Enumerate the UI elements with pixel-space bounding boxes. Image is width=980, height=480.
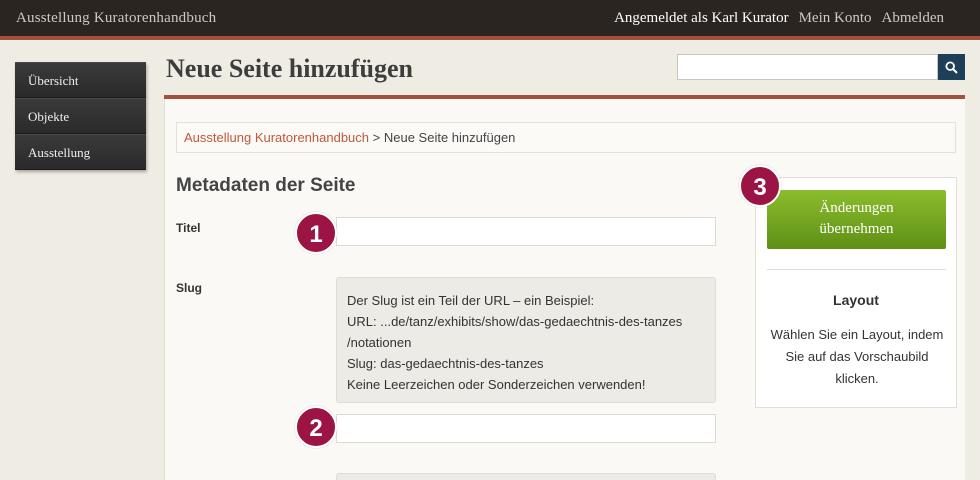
slug-input[interactable] xyxy=(336,414,716,443)
site-title-link[interactable]: Ausstellung Kuratorenhandbuch xyxy=(16,10,216,27)
account-link[interactable]: Mein Konto xyxy=(799,10,872,27)
title-input[interactable] xyxy=(336,217,716,246)
step-marker-1: 1 xyxy=(295,212,337,254)
save-button-label-line: Änderungen xyxy=(819,200,894,216)
sidebar-item-overview[interactable]: Übersicht xyxy=(15,62,146,98)
step-marker-3: 3 xyxy=(739,165,781,207)
breadcrumb-separator: > xyxy=(369,130,384,145)
metadata-heading: Metadaten der Seite xyxy=(176,175,356,196)
slug-hint-line: Der Slug ist ein Teil der URL – ein Beis… xyxy=(347,293,595,308)
save-changes-button[interactable]: Änderungen übernehmen xyxy=(767,190,946,249)
logged-in-user: Angemeldet als Karl Kurator xyxy=(614,10,789,26)
search-icon xyxy=(945,60,958,74)
slug-hint-line: Keine Leerzeichen oder Sonderzeichen ver… xyxy=(347,377,646,392)
layout-description-line: Sie auf das Vorschaubild xyxy=(785,349,929,364)
slug-hint-line: URL: ...de/tanz/exhibits/show/das-gedaec… xyxy=(347,314,683,329)
layout-heading: Layout xyxy=(833,292,879,308)
main-content: Ausstellung Kuratorenhandbuch > Neue Sei… xyxy=(164,99,965,480)
slug-hint-line: /notationen xyxy=(347,335,412,350)
layout-description-line: klicken. xyxy=(835,371,879,386)
sidebar-nav: Übersicht Objekte Ausstellung xyxy=(15,62,146,170)
sidebar-item-exhibit[interactable]: Ausstellung xyxy=(15,134,146,170)
user-nav: Angemeldet als Karl Kurator Mein Konto A… xyxy=(614,10,944,27)
sidebar-item-items[interactable]: Objekte xyxy=(15,98,146,134)
layout-description: Wählen Sie ein Layout, indem Sie auf das… xyxy=(764,324,950,390)
step-marker-2: 2 xyxy=(295,406,337,448)
slug-hint: Der Slug ist ein Teil der URL – ein Beis… xyxy=(336,277,716,403)
search-input[interactable] xyxy=(677,54,938,80)
save-panel: Änderungen übernehmen Layout Wählen Sie … xyxy=(755,177,957,408)
save-button-label-line: übernehmen xyxy=(819,221,894,237)
breadcrumb-parent-link[interactable]: Ausstellung Kuratorenhandbuch xyxy=(184,130,369,145)
layout-description-line: Wählen Sie ein Layout, indem xyxy=(770,327,944,342)
title-label: Titel xyxy=(176,221,201,235)
slug-label: Slug xyxy=(176,281,202,295)
panel-divider xyxy=(767,269,946,270)
breadcrumb-current: Neue Seite hinzufügen xyxy=(383,130,516,145)
logout-link[interactable]: Abmelden xyxy=(882,10,944,27)
page-title: Neue Seite hinzufügen xyxy=(166,54,413,83)
next-field-box xyxy=(336,473,716,480)
breadcrumb: Ausstellung Kuratorenhandbuch > Neue Sei… xyxy=(176,122,956,153)
slug-hint-line: Slug: das-gedaechtnis-des-tanzes xyxy=(347,356,544,371)
search-button[interactable] xyxy=(938,54,965,80)
top-bar: Ausstellung Kuratorenhandbuch Angemeldet… xyxy=(0,0,980,40)
